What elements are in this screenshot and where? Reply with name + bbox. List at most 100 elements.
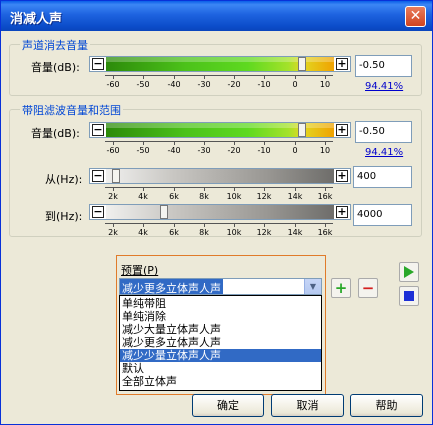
add-preset-button[interactable]: +: [331, 278, 351, 298]
play-button[interactable]: [399, 262, 419, 282]
preset-option[interactable]: 减少更多立体声人声: [120, 336, 321, 349]
to-hz-thumb[interactable]: [160, 205, 168, 219]
from-hz-scale: 2k 4k 6k 8k 10k 12k 14k 16k: [105, 187, 333, 203]
to-hz-slider[interactable]: − +: [89, 204, 351, 220]
stop-button[interactable]: [399, 286, 419, 306]
vocal-remover-dialog: 消减人声 ✕ 声道消去音量 音量(dB): − + -60 -50 -40 -30 -2…: [0, 0, 433, 425]
volume-1-percent-link[interactable]: 94.41%: [365, 81, 403, 92]
from-hz-track: [106, 169, 334, 183]
scale-tick-label: -40: [167, 80, 181, 89]
minus-icon: −: [361, 279, 375, 297]
plus-icon: +: [334, 279, 348, 297]
scale-tick-label: 10: [319, 80, 331, 89]
from-hz-plus-button[interactable]: +: [336, 170, 348, 182]
scale-tick-label: 6k: [169, 228, 179, 237]
scale-tick: [234, 223, 235, 227]
volume-2-scale: -60 -50 -40 -30 -20 -10 0 10: [105, 141, 333, 157]
preset-option[interactable]: 单纯消除: [120, 310, 321, 323]
scale-tick: [204, 223, 205, 227]
close-icon: ✕: [409, 8, 422, 24]
cancel-button-label: 取消: [296, 399, 319, 412]
volume-2-plus-button[interactable]: +: [336, 124, 348, 136]
scale-tick: [295, 75, 296, 79]
preset-dropdown[interactable]: 减少更多立体声人声 ▼: [119, 278, 322, 295]
volume-label-2: 音量(dB):: [31, 127, 80, 140]
scale-tick-label: 6k: [169, 192, 179, 201]
scale-tick: [295, 141, 296, 145]
scale-tick: [143, 75, 144, 79]
scale-tick: [234, 75, 235, 79]
scale-tick-label: 10: [319, 146, 331, 155]
volume-slider-1[interactable]: − +: [89, 56, 351, 72]
close-button[interactable]: ✕: [405, 6, 426, 27]
scale-line: [105, 141, 333, 142]
chevron-down-icon[interactable]: ▼: [304, 279, 321, 294]
scale-tick-label: 8k: [199, 228, 209, 237]
bandstop-group-title: 带阻滤波音量和范围: [20, 102, 123, 118]
scale-tick-label: 4k: [138, 192, 148, 201]
to-hz-label: 到(Hz):: [45, 210, 83, 223]
volume-2-value-field[interactable]: -0.50: [355, 121, 412, 143]
channel-removal-group-title: 声道消去音量: [20, 37, 90, 53]
volume-2-value: -0.50: [359, 126, 385, 137]
scale-tick: [143, 187, 144, 191]
scale-tick: [113, 223, 114, 227]
scale-line: [105, 187, 333, 188]
scale-tick: [264, 141, 265, 145]
from-hz-slider[interactable]: − +: [89, 168, 351, 184]
title-bar: 消减人声 ✕: [1, 1, 432, 31]
scale-tick-label: 2k: [108, 192, 118, 201]
volume-2-minus-button[interactable]: −: [92, 124, 104, 136]
scale-line: [105, 75, 333, 76]
preset-option[interactable]: 减少大量立体声人声: [120, 323, 321, 336]
scale-tick-label: 12k: [256, 192, 272, 201]
scale-tick-label: -10: [257, 80, 271, 89]
scale-tick-label: 2k: [108, 228, 118, 237]
scale-tick-label: 16k: [317, 192, 333, 201]
from-hz-field[interactable]: 400: [353, 166, 412, 188]
volume-label-1: 音量(dB):: [31, 61, 80, 74]
ok-button-label: 确定: [217, 399, 239, 412]
scale-tick-label: 4k: [138, 228, 148, 237]
scale-tick: [174, 223, 175, 227]
scale-tick: [264, 223, 265, 227]
cancel-button[interactable]: 取消: [271, 394, 344, 417]
scale-tick: [295, 223, 296, 227]
scale-tick-label: 10k: [226, 228, 242, 237]
preset-option[interactable]: 默认: [120, 362, 321, 375]
help-button-label: 帮助: [375, 399, 398, 412]
volume-1-thumb[interactable]: [298, 57, 306, 71]
stop-icon: [404, 291, 414, 301]
to-hz-minus-button[interactable]: −: [92, 206, 104, 218]
preset-option[interactable]: 单纯带阻: [120, 297, 321, 310]
volume-1-value-field[interactable]: -0.50: [355, 55, 412, 77]
ok-button[interactable]: 确定: [192, 394, 264, 417]
scale-tick-label: 0: [292, 146, 298, 155]
from-hz-thumb[interactable]: [112, 169, 120, 183]
from-hz-minus-button[interactable]: −: [92, 170, 104, 182]
volume-2-percent-link[interactable]: 94.41%: [365, 147, 403, 158]
remove-preset-button[interactable]: −: [358, 278, 378, 298]
scale-tick: [234, 187, 235, 191]
volume-1-minus-button[interactable]: −: [92, 58, 104, 70]
preset-list: 单纯带阻 单纯消除 减少大量立体声人声 减少更多立体声人声 减少少量立体声人声 默认 全部立…: [119, 295, 322, 391]
preset-option[interactable]: 全部立体声: [120, 375, 321, 388]
to-hz-scale: 2k 4k 6k 8k 10k 12k 14k 16k: [105, 223, 333, 239]
scale-tick: [295, 187, 296, 191]
scale-tick-label: 0: [292, 80, 298, 89]
scale-tick-label: -20: [227, 80, 241, 89]
volume-1-value: -0.50: [359, 60, 385, 71]
to-hz-plus-button[interactable]: +: [336, 206, 348, 218]
volume-1-plus-button[interactable]: +: [336, 58, 348, 70]
scale-tick-label: -40: [167, 146, 181, 155]
scale-tick: [204, 187, 205, 191]
volume-2-thumb[interactable]: [298, 123, 306, 137]
scale-tick-label: 14k: [287, 228, 303, 237]
play-icon: [404, 266, 414, 278]
to-hz-field[interactable]: 4000: [353, 204, 412, 226]
scale-tick-label: -20: [227, 146, 241, 155]
scale-tick: [143, 141, 144, 145]
volume-slider-2[interactable]: − +: [89, 122, 351, 138]
help-button[interactable]: 帮助: [350, 394, 423, 417]
preset-option[interactable]: 减少少量立体声人声: [120, 349, 321, 362]
